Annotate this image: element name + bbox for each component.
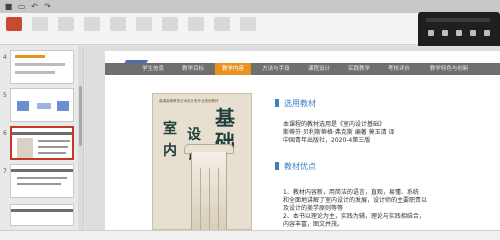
thumb-number: 6: [3, 130, 7, 137]
classical-column-image: [191, 152, 227, 230]
app-logo-icon: ■: [4, 2, 13, 11]
status-bar: [0, 230, 500, 240]
nav-tab-student-info: 学生信息: [141, 66, 164, 72]
shapes-icon[interactable]: [162, 17, 178, 31]
slide-thumbnail-6-active[interactable]: [10, 126, 74, 160]
slide-thumbnail-8[interactable]: [10, 204, 74, 226]
nav-tab-practice: 实践教学: [347, 66, 370, 72]
undo-icon[interactable]: ↶: [29, 1, 40, 12]
font-icon[interactable]: [110, 17, 126, 31]
slide-thumbnail-4[interactable]: [10, 50, 74, 84]
textbook-cover-image: 普通高等教育艺术设计类专业规划教材 室 内 设 计 基 础: [152, 93, 252, 230]
find-icon[interactable]: [240, 17, 256, 31]
nav-tab-course-design: 课程设计: [307, 66, 330, 72]
widget-bar: [426, 18, 490, 22]
thumbnail-scrollbar[interactable]: [78, 46, 83, 230]
save-icon[interactable]: ▭: [16, 1, 27, 12]
cover-series-text: 普通高等教育艺术设计类专业规划教材: [159, 99, 219, 103]
nav-tab-teaching-goals: 教学目标: [181, 66, 204, 72]
textbook-line-1: 本课程的教材选用是《室内设计基础》: [283, 121, 386, 128]
file-icon[interactable]: [6, 17, 22, 31]
nav-tab-innovation: 教学特色与创新: [429, 66, 469, 72]
advantages-line-5: 内容丰富，图文并茂。: [283, 221, 344, 228]
textbook-line-2: 斯蒂芬·贝利斯蒂格·弗克斯 编著 莫玉清 译: [283, 129, 395, 136]
slide-thumbnail-pane: 4 5 6 7: [0, 46, 84, 230]
advantages-line-2: 和全面地讲解了室内设计的发展，设计师的主要职责以: [283, 197, 428, 204]
styles-icon[interactable]: [214, 17, 230, 31]
nav-tab-assessment: 考核评价: [387, 66, 410, 72]
thumb-number: 4: [3, 54, 7, 61]
redo-icon[interactable]: ↷: [42, 1, 53, 12]
paragraph-icon[interactable]: [136, 17, 152, 31]
slide-canvas[interactable]: 学生信息 教学目标 教学内容 方法与手段 课程设计 实践教学 考核评价 教学特色…: [105, 51, 500, 230]
cover-char: 室: [163, 121, 177, 137]
slide-editor: 学生信息 教学目标 教学内容 方法与手段 课程设计 实践教学 考核评价 教学特色…: [85, 46, 500, 230]
advantages-line-1: 1、教材内容新，用简洁的语言，直观，易懂、系统: [283, 189, 419, 196]
widget-icon-1[interactable]: [428, 30, 434, 36]
widget-icon-2[interactable]: [442, 30, 448, 36]
advantages-line-3: 及设计的美学原则等等: [283, 205, 344, 212]
textbook-line-3: 中国青年出版社，2020-4第三版: [283, 137, 371, 144]
widget-icon-4[interactable]: [470, 30, 476, 36]
cover-char: 设: [187, 127, 201, 143]
thumb-number: 7: [3, 168, 7, 175]
new-slide-icon[interactable]: [58, 17, 74, 31]
paste-icon[interactable]: [32, 17, 48, 31]
nav-tab-teaching-content: 教学内容: [215, 63, 251, 75]
scrollbar-thumb[interactable]: [79, 86, 82, 146]
layout-icon[interactable]: [84, 17, 100, 31]
section-marker: [275, 99, 279, 107]
section-marker: [275, 162, 279, 170]
advantages-line-4: 2、本书以理论为主，实践为辅，理论与实践相结合，: [283, 213, 425, 220]
arrange-icon[interactable]: [188, 17, 204, 31]
section-title-textbook: 选用教材: [284, 99, 316, 108]
cover-char: 内: [163, 143, 177, 159]
widget-icon-5[interactable]: [484, 30, 490, 36]
widget-icon-3[interactable]: [456, 30, 462, 36]
slide-thumbnail-5[interactable]: [10, 88, 74, 122]
presentation-app: ■ ▭ ↶ ↷ 4 5 6 7 学生信息 教学目标 教学内容 方法与手段 课程设…: [0, 0, 500, 240]
thumb-number: 5: [3, 92, 7, 99]
nav-tab-methods: 方法与手段: [262, 66, 290, 72]
slide-thumbnail-7[interactable]: [10, 164, 74, 198]
section-title-advantages: 教材优点: [284, 162, 316, 171]
